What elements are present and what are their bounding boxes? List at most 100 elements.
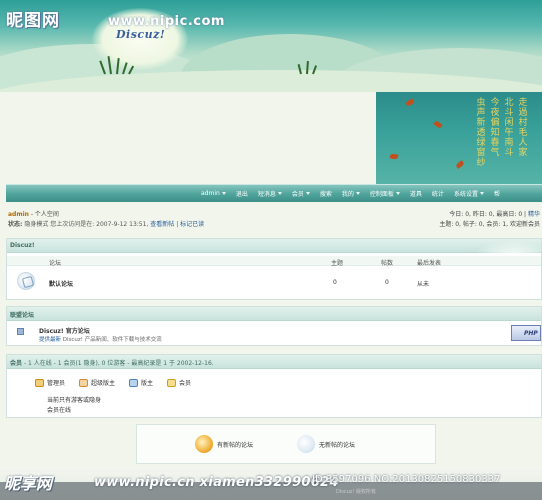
section-title[interactable]: Discuz! <box>10 242 35 249</box>
chevron-down-icon <box>395 192 400 195</box>
legend-no-new-posts: 无新帖的论坛 <box>297 435 355 453</box>
status-text: 隐身模式 您上次访问是在: 2007-9-12 13:51, <box>24 221 149 228</box>
footer: Discuz! 版权所有 昵享网 www.nipic.cn xiamen3329… <box>0 466 542 500</box>
chevron-down-icon <box>355 192 360 195</box>
section-title: 联盟论坛 <box>10 312 35 319</box>
post-stats-text: 今日: 0, 昨日: 0, 最高日: 0 | <box>449 211 527 218</box>
user-greeting: admin - 个人空间 <box>8 209 59 218</box>
role-label: 会员 <box>179 380 192 387</box>
forum-name-link[interactable]: 默认论坛 <box>49 279 73 288</box>
admin-icon <box>35 378 44 387</box>
watermark-bottom-url: www.nipic.cn xiamen332990624 <box>94 475 339 490</box>
legend-new-posts: 有新帖的论坛 <box>195 435 253 453</box>
nav-items: admin 退出 短消息 会员 搜索 我的 控制面板 道具 统计 系统设置 帮 <box>196 189 505 198</box>
new-posts-icon <box>195 435 213 453</box>
forum-icon-legend: 有新帖的论坛 无新帖的论坛 <box>136 424 436 464</box>
nav-item-admin[interactable]: admin <box>196 189 231 198</box>
digest-link[interactable]: 精华 <box>528 211 540 218</box>
league-forum-link[interactable]: Discuz! 官方论坛 <box>39 326 90 335</box>
poem-column: 走過村毛人家 <box>518 98 528 158</box>
online-note: 会员在线 <box>47 407 72 414</box>
personal-space-link[interactable]: - 个人空间 <box>31 211 59 218</box>
forum-topics-count: 0 <box>333 279 337 286</box>
separator: | <box>176 221 179 228</box>
nav-item-help[interactable]: 帮 <box>489 189 505 198</box>
section-header: 会员 - 1 人在线 - 1 会员(1 隐身), 0 位游客 - 最高纪录是 1… <box>7 355 541 369</box>
poem-column: 北斗闲午南斗 <box>504 98 514 158</box>
online-members-section: 会员 - 1 人在线 - 1 会员(1 隐身), 0 位游客 - 最高纪录是 1… <box>6 354 542 418</box>
table-row: 默认论坛 0 0 从未 <box>7 269 541 297</box>
nav-item-stats[interactable]: 统计 <box>427 189 449 198</box>
nav-item-system-settings[interactable]: 系统设置 <box>449 189 489 198</box>
role-super-mod: 超级版主 <box>79 378 115 387</box>
nav-label: 搜索 <box>319 191 332 198</box>
header-decoration <box>471 239 541 253</box>
site-stats: 主题: 0, 帖子: 0, 会员: 1, 欢迎新会员 <box>439 221 540 228</box>
status-label: 状态: <box>8 221 23 228</box>
nav-label: 帮 <box>493 191 500 198</box>
role-admin: 管理员 <box>35 378 65 387</box>
online-summary: 会员 - 1 人在线 - 1 会员(1 隐身), 0 位游客 - 最高纪录是 1… <box>10 358 214 367</box>
falling-leaf <box>389 153 399 160</box>
table-header: 论坛 主题 帖数 最后发表 <box>7 256 541 267</box>
nav-item-control-panel[interactable]: 控制面板 <box>365 189 405 198</box>
post-stats: 今日: 0, 昨日: 0, 最高日: 0 | 精华 <box>449 209 540 218</box>
league-desc-link[interactable]: 提供最新 <box>39 337 61 343</box>
role-label: 超级版主 <box>91 380 116 387</box>
league-description: 提供最新 Discuz! 产品新闻、软件下载与技术交流 <box>39 335 162 343</box>
chevron-down-icon <box>277 192 282 195</box>
league-icon <box>17 328 24 335</box>
role-member: 会员 <box>167 378 191 387</box>
chevron-down-icon <box>221 192 226 195</box>
header-banner: Discuz! 昵图网 www.nipic.com <box>0 0 542 92</box>
php-logo[interactable]: PHP <box>511 325 541 341</box>
nav-label: 统计 <box>431 191 444 198</box>
chevron-down-icon <box>479 192 484 195</box>
forum-status-icon <box>17 272 35 290</box>
poem-illustration: 走過村毛人家 北斗闲午南斗 今夜偏知春气 虫声新透绿窗纱 <box>376 92 542 184</box>
no-new-posts-icon <box>297 435 315 453</box>
falling-leaf <box>433 120 443 129</box>
column-posts: 帖数 <box>381 260 394 267</box>
member-icon <box>167 378 177 387</box>
watermark-site-name: 昵图网 <box>6 11 60 31</box>
role-label: 版主 <box>141 380 154 387</box>
username-link[interactable]: admin <box>8 211 29 218</box>
section-title[interactable]: 会员 <box>10 360 22 367</box>
falling-leaf <box>405 98 415 107</box>
league-forums-section: 联盟论坛 Discuz! 官方论坛 提供最新 Discuz! 产品新闻、软件下载… <box>6 306 542 346</box>
nav-label: 道具 <box>409 191 422 198</box>
nav-item-members[interactable]: 会员 <box>287 189 315 198</box>
nav-label: 会员 <box>291 191 304 198</box>
role-legend: 管理员 超级版主 版主 会员 <box>35 378 191 387</box>
role-moderator: 版主 <box>129 378 153 387</box>
section-header: 联盟论坛 <box>7 307 541 321</box>
discuz-logo: Discuz! <box>116 28 166 41</box>
watermark-bottom-logo: 昵享网 <box>4 474 53 493</box>
nav-item-logout[interactable]: 退出 <box>231 189 253 198</box>
footer-copyright: Discuz! 版权所有 <box>336 489 376 495</box>
nav-item-tools[interactable]: 道具 <box>405 189 427 198</box>
chevron-down-icon <box>305 192 310 195</box>
mark-read-link[interactable]: 标记已读 <box>180 221 204 228</box>
user-status: 状态: 隐身模式 您上次访问是在: 2007-9-12 13:51, 查看新帖 … <box>8 219 204 228</box>
legend-label: 有新帖的论坛 <box>217 441 254 449</box>
online-summary-text: - 1 人在线 - 1 会员(1 隐身), 0 位游客 - 最高纪录是 1 于 … <box>23 360 214 367</box>
nav-item-search[interactable]: 搜索 <box>315 189 337 198</box>
forum-category-section: Discuz! 论坛 主题 帖数 最后发表 默认论坛 0 0 从未 <box>6 238 542 300</box>
legend-label: 无新帖的论坛 <box>319 441 356 449</box>
poem-column: 今夜偏知春气 <box>490 98 500 158</box>
nav-item-mine[interactable]: 我的 <box>337 189 365 198</box>
main-nav: admin 退出 短消息 会员 搜索 我的 控制面板 道具 统计 系统设置 帮 <box>6 184 542 202</box>
role-label: 管理员 <box>47 380 66 387</box>
nav-label: 退出 <box>235 191 248 198</box>
falling-leaf <box>455 160 465 169</box>
forum-posts-count: 0 <box>385 279 389 286</box>
super-moderator-icon <box>79 378 89 387</box>
league-desc-text: Discuz! 产品新闻、软件下载与技术交流 <box>62 337 162 343</box>
nav-label: 控制面板 <box>369 191 394 198</box>
view-new-posts-link[interactable]: 查看新帖 <box>150 221 174 228</box>
column-forum: 论坛 <box>49 260 62 267</box>
nav-label: 我的 <box>341 191 354 198</box>
nav-item-messages[interactable]: 短消息 <box>253 189 287 198</box>
